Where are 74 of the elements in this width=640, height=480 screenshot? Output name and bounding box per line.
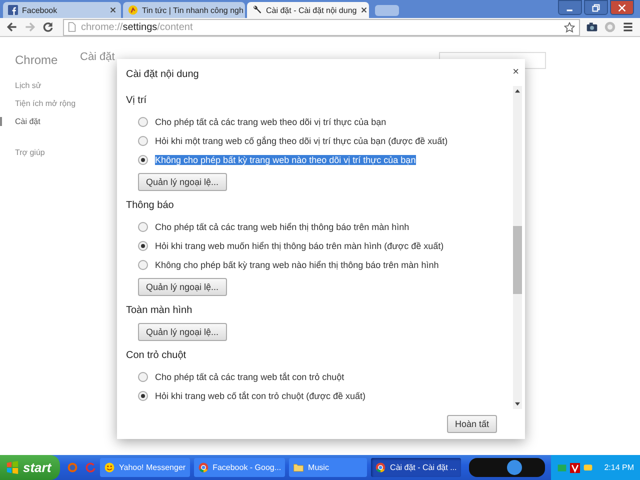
url-host: settings [122,22,158,32]
radio-button[interactable] [138,240,148,250]
done-button[interactable]: Hoàn tất [446,415,497,433]
close-button[interactable] [610,0,634,15]
manage-exceptions-button[interactable]: Quản lý ngoại lệ... [138,323,227,341]
page-heading: Cài đặt [80,51,115,65]
clock: 2:14 PM [604,463,634,472]
radio-button[interactable] [138,116,148,126]
camera-icon[interactable] [586,21,598,33]
manage-exceptions-button[interactable]: Quản lý ngoại lệ... [138,173,227,191]
option-label: Hỏi khi trang web cố tắt con trỏ chuột (được đề xuất) [155,390,366,400]
reload-icon[interactable] [42,21,54,33]
antivirus-icon[interactable] [570,462,580,472]
section-heading: Toàn màn hình [126,304,194,318]
url-path: /content [157,22,193,32]
option-label: Cho phép tất cả các trang web hiển thị thông báo trên màn hình [155,222,410,232]
radio-button[interactable] [138,372,148,382]
media-player-toolbar[interactable] [468,458,545,477]
scrollbar-thumb[interactable] [513,226,522,294]
restore-button[interactable] [584,0,608,15]
taskbar-button[interactable]: Music [289,458,368,477]
chrome-icon [375,462,386,473]
manage-exceptions-button[interactable]: Quản lý ngoại lệ... [138,278,227,296]
sidebar-item[interactable]: Lịch sử [0,81,42,90]
taskbar-button[interactable]: Cài đặt - Cài đặt ... [371,458,461,477]
windows-logo-icon [6,461,19,474]
option-label: Không cho phép bất kỳ trang web nào hiển thị thông báo trên màn hình [155,260,439,270]
down-arrow-icon[interactable] [515,402,520,406]
close-button[interactable]: × [512,67,519,78]
section-heading: Con trỏ chuột [126,349,188,363]
tab-title: Cài đặt - Cài đặt nội dung [266,6,357,14]
browser-tab[interactable]: Cài đặt - Cài đặt nội dung [247,2,369,18]
close-icon[interactable] [360,7,367,13]
scrollbar[interactable] [513,86,522,409]
up-arrow-icon[interactable] [515,89,520,93]
minimize-button[interactable] [558,0,582,15]
tab-title: Facebook [22,6,58,14]
back-icon[interactable] [6,21,18,33]
section-heading: Vị trí [126,94,148,108]
radio-button[interactable] [138,390,148,400]
radio-button[interactable] [138,136,148,146]
taskbar-button[interactable]: Yahoo! Messenger [100,458,190,477]
option-label: Hỏi khi trang web muốn hiển thị thông báo trên màn hình (được đề xuất) [155,240,444,250]
browser-tab[interactable]: Tin tức | Tin nhanh công ngh [123,2,245,18]
star-icon[interactable] [564,22,575,32]
folder-icon [293,462,304,473]
sidebar-title: Chrome [15,53,59,67]
close-icon[interactable] [110,7,116,13]
dialog-title: Cài đặt nội dung [126,68,199,80]
url-scheme: chrome:// [81,22,123,32]
section-heading: Thông báo [126,199,175,213]
restore-icon [592,4,600,12]
taskbar-button[interactable]: Facebook - Goog... [194,458,286,477]
address-bar[interactable]: chrome://settings/content [63,18,580,36]
browser-tab[interactable]: Facebook [3,2,121,18]
site-icon [128,5,138,15]
facebook-icon [8,5,18,15]
option-label: Hỏi khi một trang web cố gắng theo dõi vị trí thực của bạn (được đề xuất) [155,136,448,146]
tab-title: Tin tức | Tin nhanh công ngh [142,6,244,14]
menu-icon[interactable] [622,21,634,33]
smiley-icon [104,462,115,473]
close-icon [618,4,626,12]
radio-button[interactable] [138,154,148,164]
option-label: Không cho phép bất kỳ trang web nào theo dõi vị trí thực của bạn [155,154,416,164]
radio-button[interactable] [138,222,148,232]
option-label: Cho phép tất cả các trang web theo dõi vị trí thực của bạn [155,116,386,126]
chrome-icon [198,462,209,473]
radio-button[interactable] [138,260,148,270]
option-label: Cho phép tất cả các trang web tắt con trỏ chuột [155,372,344,382]
wrench-icon [252,5,262,15]
sidebar-item[interactable]: Tiện ích mở rộng [0,99,76,108]
sidebar-item[interactable]: Cài đặt [0,117,40,126]
page-icon [68,22,76,32]
sidebar-item[interactable]: Trợ giúp [0,148,45,157]
